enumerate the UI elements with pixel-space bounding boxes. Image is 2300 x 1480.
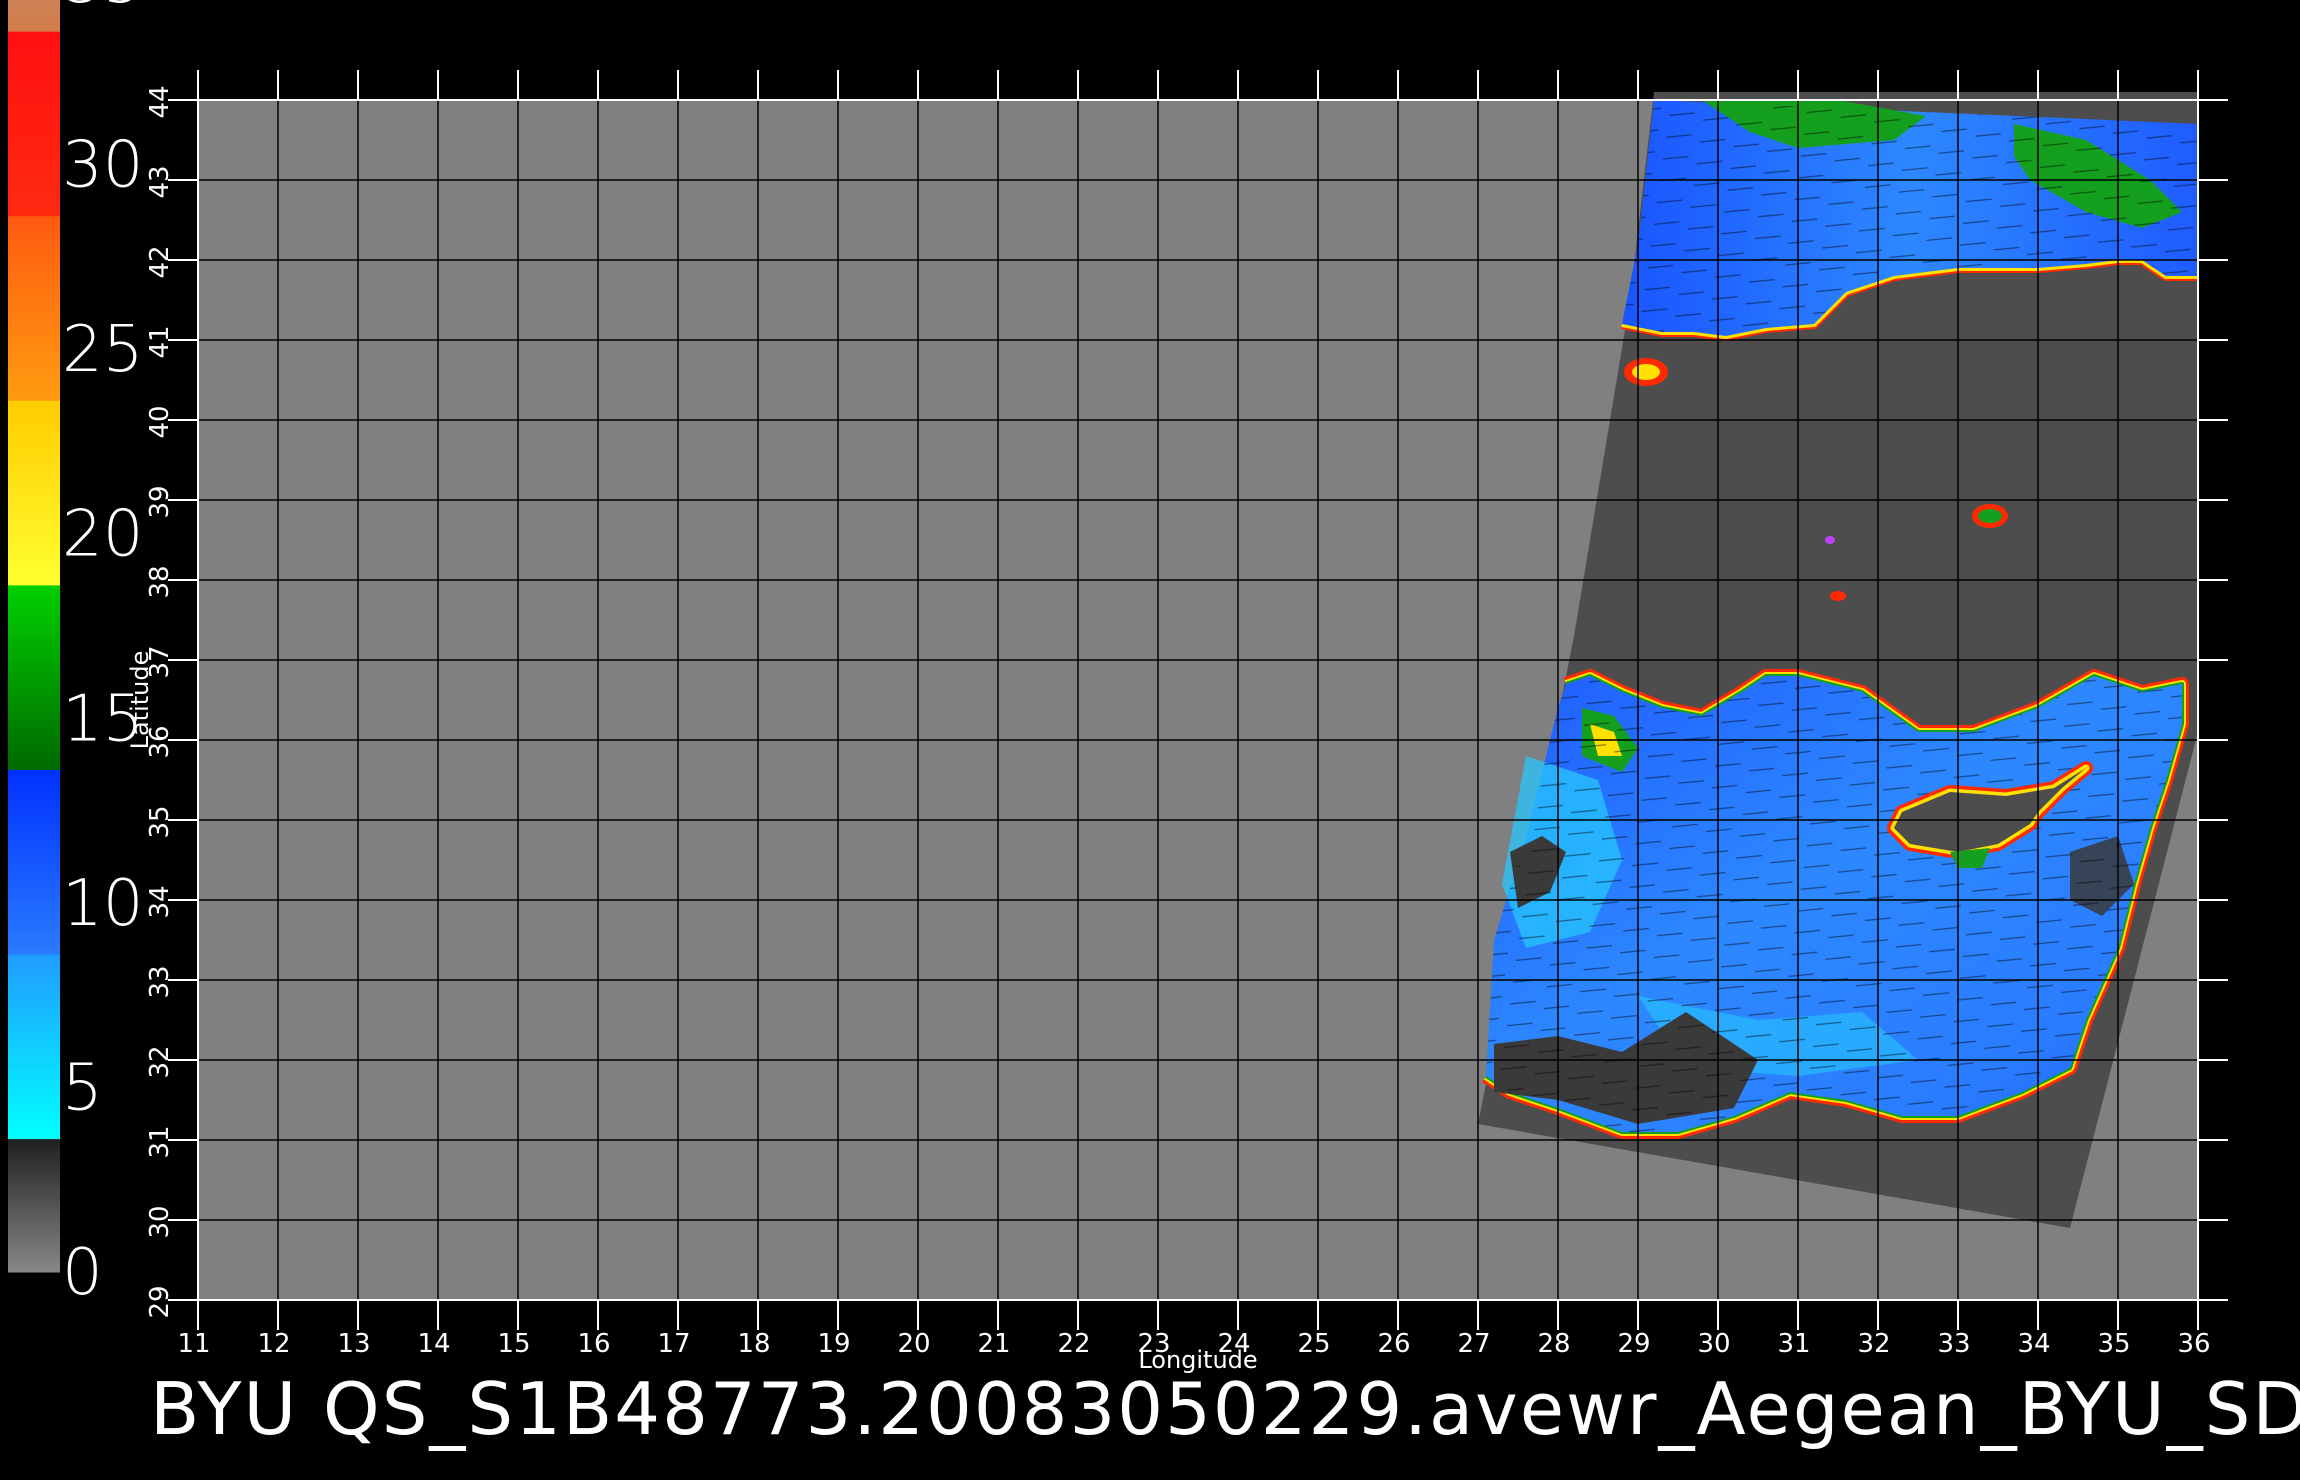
lon-tick-label: 28 xyxy=(1537,1329,1570,1359)
colorbar-band xyxy=(8,216,60,402)
colorbar-band xyxy=(8,31,60,217)
lat-tick-label: 32 xyxy=(145,1045,175,1078)
lat-tick-label: 31 xyxy=(145,1125,175,1158)
lon-tick-label: 17 xyxy=(657,1329,690,1359)
lon-tick-label: 15 xyxy=(497,1329,530,1359)
scatterometer-wind-map: 35 30 25 20 15 10 5 0 xyxy=(8,0,2300,1451)
colorbar-label: 0 xyxy=(62,1236,103,1310)
lat-tick-label: 41 xyxy=(145,325,175,358)
lon-tick-label: 16 xyxy=(577,1329,610,1359)
lon-tick-label: 18 xyxy=(737,1329,770,1359)
lat-tick-label: 38 xyxy=(145,565,175,598)
colorbar-bands xyxy=(8,0,60,1273)
colorbar-band xyxy=(8,585,60,771)
lon-tick-label: 14 xyxy=(417,1329,450,1359)
lon-tick-label: 33 xyxy=(1937,1329,1970,1359)
lon-tick-label: 32 xyxy=(1857,1329,1890,1359)
lat-tick-label: 29 xyxy=(145,1285,175,1318)
y-axis-title: Latitude xyxy=(126,651,154,750)
lat-tick-label: 40 xyxy=(145,405,175,438)
lon-tick-label: 11 xyxy=(177,1329,210,1359)
colorbar-label: 10 xyxy=(62,867,143,941)
colorbar-label: 20 xyxy=(62,498,143,572)
colorbar-band xyxy=(8,0,60,33)
colorbar-band xyxy=(8,769,60,956)
lon-tick-label: 31 xyxy=(1777,1329,1810,1359)
lon-tick-label: 35 xyxy=(2097,1329,2130,1359)
lat-tick-label: 44 xyxy=(145,85,175,118)
lake-small xyxy=(1825,536,1835,544)
lat-tick-label: 34 xyxy=(145,885,175,918)
colorbar-band xyxy=(8,954,60,1140)
colorbar-band xyxy=(8,1139,60,1273)
marmara-core xyxy=(1632,364,1660,380)
lat-tick-label: 43 xyxy=(145,165,175,198)
lake-tuz-inner xyxy=(1978,509,2002,523)
map-panel: 11 12 13 14 15 16 17 18 19 20 21 22 23 24 25 26 27 28 29 30… xyxy=(126,70,2228,1374)
image-title: BYU QS_S1B48773.20083050229.avewr_Aegean… xyxy=(150,1367,2300,1451)
lon-tick-label: 13 xyxy=(337,1329,370,1359)
mediterranean-region xyxy=(1482,669,2189,1139)
lat-tick-label: 39 xyxy=(145,485,175,518)
colorbar-label: 25 xyxy=(62,313,143,387)
lon-tick-label: 29 xyxy=(1617,1329,1650,1359)
lon-tick-label: 21 xyxy=(977,1329,1010,1359)
lon-tick-label: 27 xyxy=(1457,1329,1490,1359)
marmara-region xyxy=(1624,358,1668,386)
lon-tick-label: 25 xyxy=(1297,1329,1330,1359)
lat-tick-label: 30 xyxy=(145,1205,175,1238)
lon-tick-label: 26 xyxy=(1377,1329,1410,1359)
lon-tick-label: 30 xyxy=(1697,1329,1730,1359)
colorbar: 35302520151050 xyxy=(8,0,143,1310)
lat-tick-label: 35 xyxy=(145,805,175,838)
lon-tick-label: 12 xyxy=(257,1329,290,1359)
lon-tick-label: 19 xyxy=(817,1329,850,1359)
lon-tick-label: 20 xyxy=(897,1329,930,1359)
lat-tick-label: 33 xyxy=(145,965,175,998)
colorbar-band xyxy=(8,400,60,586)
colorbar-label: 30 xyxy=(62,129,143,203)
lat-tick-label: 42 xyxy=(145,245,175,278)
lon-tick-label: 22 xyxy=(1057,1329,1090,1359)
lake-beysehir xyxy=(1830,591,1846,601)
lon-tick-label: 34 xyxy=(2017,1329,2050,1359)
colorbar-label: 5 xyxy=(62,1051,103,1125)
colorbar-label: 35 xyxy=(62,0,143,18)
lon-tick-label: 36 xyxy=(2177,1329,2210,1359)
